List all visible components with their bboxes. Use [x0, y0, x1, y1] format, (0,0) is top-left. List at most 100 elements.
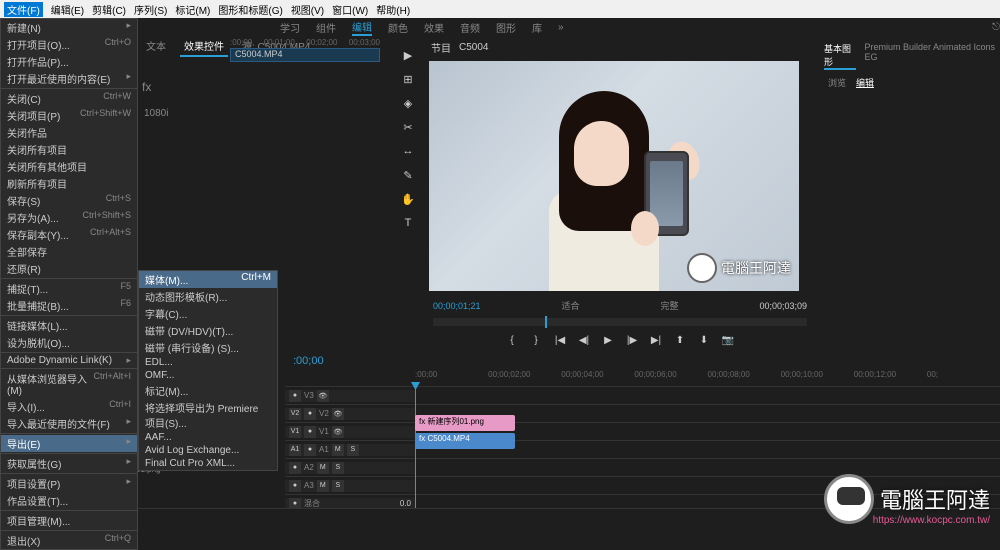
track-header-v3[interactable]: ●V3👁 [285, 390, 415, 402]
menu-item[interactable]: 项目设置(P)▸ [1, 475, 137, 492]
ws-assembly[interactable]: 组件 [316, 20, 336, 35]
program-fit[interactable]: 适合 [562, 299, 580, 312]
ws-color[interactable]: 颜色 [388, 20, 408, 35]
track-select-tool[interactable]: ⊞ [399, 70, 417, 88]
submenu-item[interactable]: Final Cut Pro XML... [139, 457, 277, 470]
program-full[interactable]: 完整 [660, 299, 678, 312]
menu-item[interactable]: 关闭作品 [1, 124, 137, 141]
timeline-clip[interactable]: fx 新建序列01.png [415, 415, 515, 431]
hand-tool[interactable]: ✋ [399, 190, 417, 208]
track-header-a1[interactable]: A1●A1MS [285, 444, 415, 456]
ripple-edit-tool[interactable]: ◈ [399, 94, 417, 112]
menu-file[interactable]: 文件(F) [4, 2, 43, 17]
export-frame-icon[interactable]: 📷 [719, 332, 737, 348]
ws-graphics[interactable]: 图形 [496, 20, 516, 35]
menu-item[interactable]: 全部保存 [1, 243, 137, 260]
menu-item[interactable]: Adobe Dynamic Link(K)▸ [1, 354, 137, 367]
menu-item[interactable]: 导入(I)...Ctrl+I [1, 398, 137, 415]
step-fwd-icon[interactable]: |▶ [623, 332, 641, 348]
submenu-item[interactable]: EDL... [139, 356, 277, 369]
menu-view[interactable]: 视图(V) [291, 2, 324, 17]
lift-icon[interactable]: ⬆ [671, 332, 689, 348]
play-icon[interactable]: ▶ [599, 332, 617, 348]
menu-item[interactable]: 导入最近使用的文件(F)▸ [1, 415, 137, 432]
menu-item[interactable]: 打开作品(P)... [1, 53, 137, 70]
submenu-item[interactable]: AAF... [139, 431, 277, 444]
tab-text[interactable]: 文本 [142, 36, 170, 57]
menu-item[interactable]: 关闭所有项目 [1, 141, 137, 158]
menu-edit[interactable]: 编辑(E) [51, 2, 84, 17]
menu-item[interactable]: 刷新所有项目 [1, 175, 137, 192]
program-viewer[interactable]: 電腦王阿達 [429, 61, 799, 291]
razor-tool[interactable]: ✂ [399, 118, 417, 136]
track-header-v2[interactable]: V2●V2👁 [285, 408, 415, 420]
menu-item[interactable]: 打开最近使用的内容(E)▸ [1, 70, 137, 87]
menu-clip[interactable]: 剪辑(C) [92, 2, 126, 17]
menu-item[interactable]: 捕捉(T)...F5 [1, 280, 137, 297]
ws-learn[interactable]: 学习 [280, 20, 300, 35]
menu-item[interactable]: 关闭所有其他项目 [1, 158, 137, 175]
tab-effect-controls[interactable]: 效果控件 [180, 36, 228, 57]
menu-item[interactable]: 获取属性(G)▸ [1, 455, 137, 472]
menu-help[interactable]: 帮助(H) [376, 2, 410, 17]
pen-tool[interactable]: ✎ [399, 166, 417, 184]
menu-graphics[interactable]: 图形和标题(G) [218, 2, 282, 17]
ws-more[interactable]: » [558, 22, 564, 33]
submenu-item[interactable]: 字幕(C)... [139, 305, 277, 322]
menu-item[interactable]: 从媒体浏览器导入(M)Ctrl+Alt+I [1, 370, 137, 398]
menu-item[interactable]: 打开项目(O)...Ctrl+O [1, 36, 137, 53]
menu-item[interactable]: 关闭项目(P)Ctrl+Shift+W [1, 107, 137, 124]
menu-item[interactable]: 还原(R) [1, 260, 137, 277]
track-header-a2[interactable]: ●A2MS [285, 462, 415, 474]
ws-audio[interactable]: 音频 [460, 20, 480, 35]
timeline-ruler[interactable]: :00;0000;00;02;0000;00;04;0000;00;06;000… [285, 370, 1000, 386]
submenu-item[interactable]: 动态图形模板(R)... [139, 288, 277, 305]
ws-effects[interactable]: 效果 [424, 20, 444, 35]
program-tc-left[interactable]: 00;00;01;21 [433, 301, 481, 311]
tab-premium-builder[interactable]: Premium Builder Animated Icons EG [864, 42, 996, 70]
timeline-clip[interactable]: fx C5004.MP4 [415, 433, 515, 449]
submenu-item[interactable]: OMF... [139, 369, 277, 382]
menu-item[interactable]: 设为脱机(O)... [1, 334, 137, 351]
menu-item[interactable]: 链接媒体(L)... [1, 317, 137, 334]
submenu-item[interactable]: Avid Log Exchange... [139, 444, 277, 457]
submenu-item[interactable]: 磁带 (串行设备) (S)... [139, 339, 277, 356]
selection-tool[interactable]: ▶ [399, 46, 417, 64]
track-toggle[interactable]: ● [289, 390, 301, 402]
step-back-icon[interactable]: ◀| [575, 332, 593, 348]
menu-marker[interactable]: 标记(M) [175, 2, 210, 17]
submenu-item[interactable]: 标记(M)... [139, 382, 277, 399]
menu-item[interactable]: 导出(E)▸ [1, 435, 137, 452]
menu-item[interactable]: 作品设置(T)... [1, 492, 137, 509]
menu-item[interactable]: 保存(S)Ctrl+S [1, 192, 137, 209]
menu-sequence[interactable]: 序列(S) [134, 2, 167, 17]
browse-tab[interactable]: 浏览 [828, 76, 846, 89]
extract-icon[interactable]: ⬇ [695, 332, 713, 348]
menu-item[interactable]: 项目管理(M)... [1, 512, 137, 529]
source-clip-bar[interactable]: C5004.MP4 [230, 48, 380, 62]
menu-item[interactable]: 关闭(C)Ctrl+W [1, 90, 137, 107]
mark-out-icon[interactable]: } [527, 332, 545, 348]
playhead[interactable] [415, 386, 416, 512]
mark-in-icon[interactable]: { [503, 332, 521, 348]
fx-icon[interactable]: fx [142, 80, 151, 94]
submenu-item[interactable]: 磁带 (DV/HDV)(T)... [139, 322, 277, 339]
export-icon[interactable]: ⎋ [992, 22, 1000, 33]
track-header-a3[interactable]: ●A3MS [285, 480, 415, 492]
menu-item[interactable]: 保存副本(Y)...Ctrl+Alt+S [1, 226, 137, 243]
timeline-tc[interactable]: :00;00 [293, 355, 324, 367]
slip-tool[interactable]: ↔ [399, 142, 417, 160]
go-out-icon[interactable]: ▶| [647, 332, 665, 348]
track-header-v1[interactable]: V1●V1👁 [285, 426, 415, 438]
menu-item[interactable]: 批量捕捉(B)...F6 [1, 297, 137, 314]
submenu-item[interactable]: 媒体(M)...Ctrl+M [139, 271, 277, 288]
tab-essential-graphics[interactable]: 基本图形 [824, 42, 856, 70]
edit-tab[interactable]: 编辑 [856, 76, 874, 89]
ws-libraries[interactable]: 库 [532, 20, 542, 35]
menu-item[interactable]: 新建(N)▸ [1, 19, 137, 36]
program-scrubber[interactable] [433, 318, 807, 326]
type-tool[interactable]: T [399, 214, 417, 232]
menu-window[interactable]: 窗口(W) [332, 2, 368, 17]
menu-item[interactable]: 退出(X)Ctrl+Q [1, 532, 137, 549]
ws-edit[interactable]: 编辑 [352, 19, 372, 36]
